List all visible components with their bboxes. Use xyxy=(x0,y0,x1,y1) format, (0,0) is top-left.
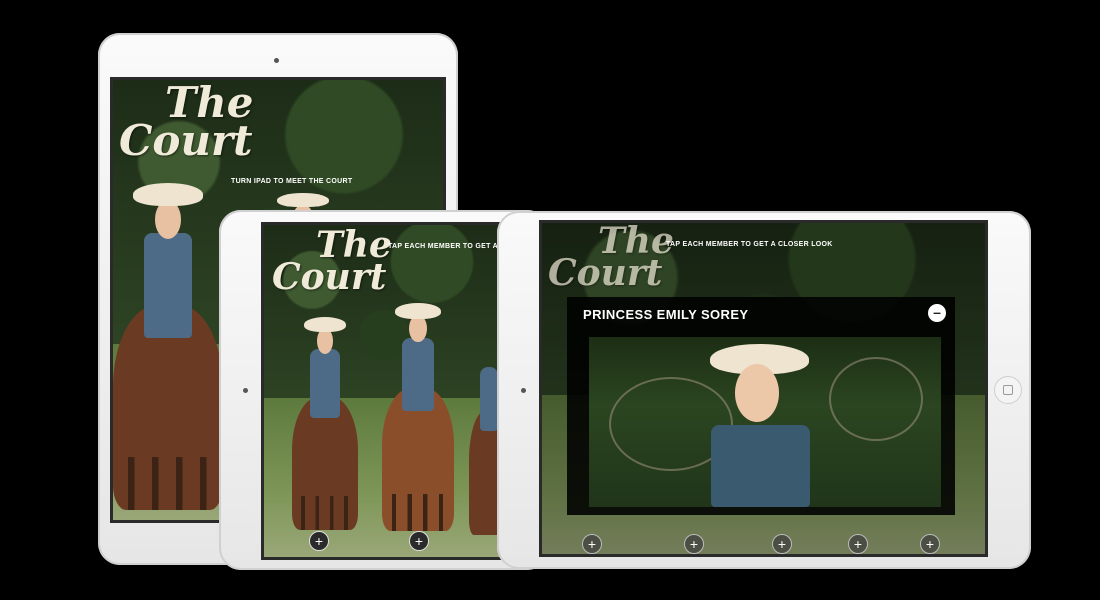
app-logo: The Court xyxy=(548,220,674,295)
app-logo: The Court xyxy=(272,224,392,299)
landscape-ipad-right: The Court TAP EACH MEMBER TO GET A CLOSE… xyxy=(497,211,1031,569)
landscape-ipad-left-screen: The Court TAP EACH MEMBER TO GET A C + + xyxy=(261,222,507,560)
member-plus-button[interactable]: + xyxy=(309,531,329,551)
camera-icon xyxy=(274,58,279,63)
home-button-icon[interactable] xyxy=(994,376,1022,404)
camera-icon xyxy=(243,388,248,393)
member-detail-modal: PRINCESS EMILY SOREY – xyxy=(567,297,955,515)
member-photo xyxy=(589,337,941,507)
member-plus-button[interactable]: + xyxy=(772,534,792,554)
rotate-instruction: TURN IPAD TO MEET THE COURT xyxy=(231,178,353,185)
minus-icon[interactable]: – xyxy=(928,304,946,322)
member-name-title: PRINCESS EMILY SOREY xyxy=(583,307,749,322)
member-plus-button[interactable]: + xyxy=(409,531,429,551)
rider-figure[interactable] xyxy=(113,180,223,510)
app-logo: The Court xyxy=(119,78,254,165)
camera-icon xyxy=(521,388,526,393)
member-plus-button[interactable]: + xyxy=(848,534,868,554)
member-plus-button[interactable]: + xyxy=(684,534,704,554)
rider-figure[interactable] xyxy=(382,301,454,531)
rider-figure[interactable] xyxy=(292,315,358,530)
landscape-ipad-right-screen: The Court TAP EACH MEMBER TO GET A CLOSE… xyxy=(539,220,988,557)
member-plus-button[interactable]: + xyxy=(582,534,602,554)
tap-instruction: TAP EACH MEMBER TO GET A CLOSER LOOK xyxy=(666,241,833,248)
member-plus-button[interactable]: + xyxy=(920,534,940,554)
tap-instruction: TAP EACH MEMBER TO GET A C xyxy=(388,243,506,250)
